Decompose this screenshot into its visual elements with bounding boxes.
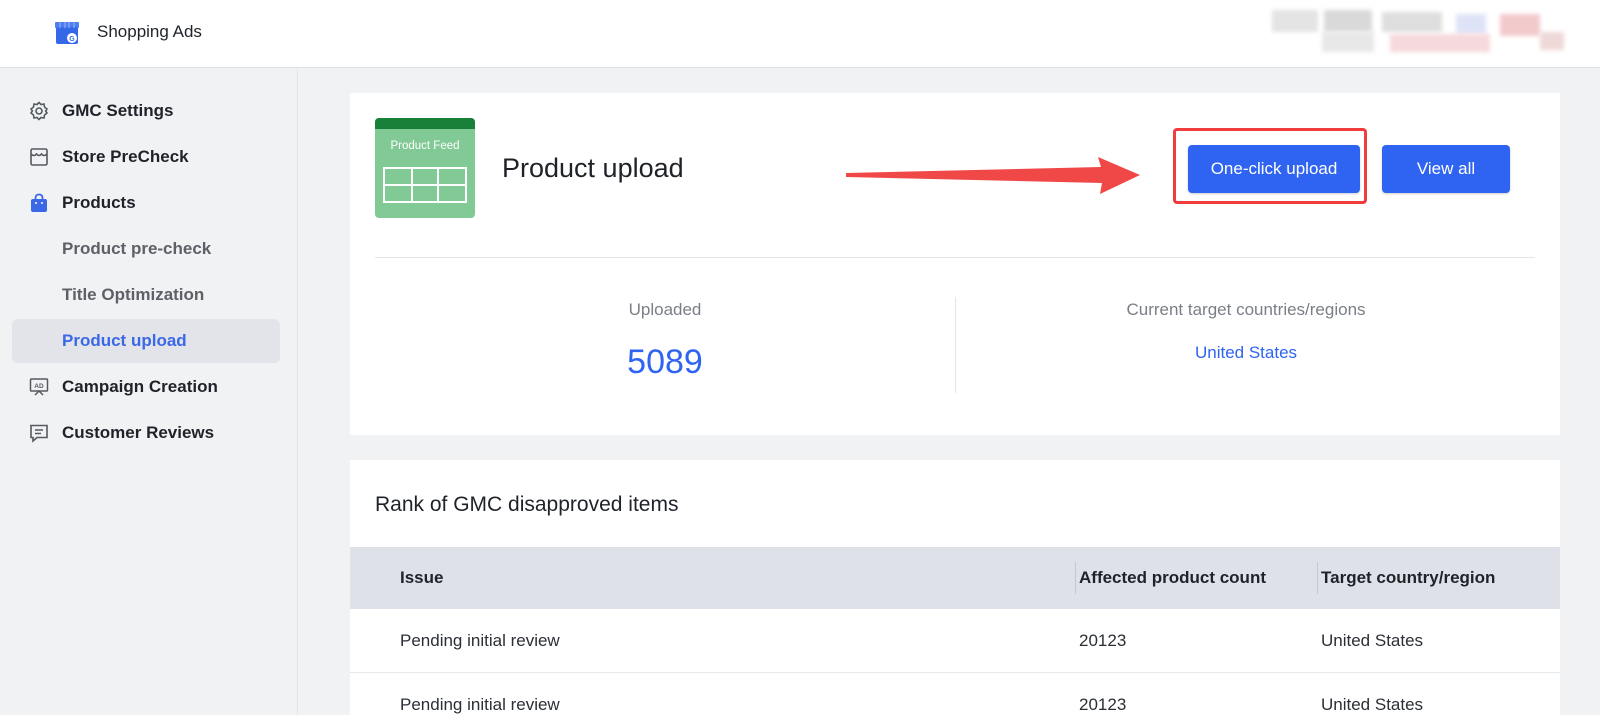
svg-text:G: G — [69, 36, 75, 43]
product-feed-icon: Product Feed — [375, 118, 475, 218]
sidebar-item-products[interactable]: Products — [12, 181, 280, 225]
uploaded-count[interactable]: 5089 — [375, 343, 955, 382]
column-separator — [1317, 562, 1318, 594]
disapproved-items-card: Rank of GMC disapproved items Issue Affe… — [350, 460, 1560, 715]
account-area[interactable] — [1272, 6, 1582, 54]
sidebar-item-campaign-creation[interactable]: AD Campaign Creation — [12, 365, 280, 409]
shopping-bag-icon — [31, 193, 47, 212]
cell-country: United States — [1321, 631, 1424, 650]
feed-icon-label: Product Feed — [390, 140, 460, 152]
table-row: Pending initial review 20123 United Stat… — [350, 609, 1560, 673]
sidebar-item-store-precheck[interactable]: Store PreCheck — [12, 135, 280, 179]
column-separator — [1075, 562, 1076, 594]
table-header: Issue Affected product count Target coun… — [350, 547, 1560, 609]
divider — [375, 257, 1535, 258]
uploaded-label: Uploaded — [628, 300, 702, 319]
column-header-count: Affected product count — [1079, 568, 1266, 587]
sidebar-item-label: Products — [62, 193, 136, 212]
feed-icon-band — [375, 118, 475, 129]
feed-icon-grid — [383, 167, 467, 203]
cell-issue: Pending initial review — [400, 695, 560, 714]
page-title: Product upload — [502, 153, 684, 183]
view-all-button[interactable]: View all — [1382, 145, 1510, 193]
sidebar-item-customer-reviews[interactable]: Customer Reviews — [12, 411, 280, 455]
sidebar-item-product-upload[interactable]: Product upload — [12, 319, 280, 363]
target-countries-link[interactable]: United States — [956, 343, 1536, 363]
shopping-ads-logo-icon: G — [55, 22, 79, 44]
section-title: Rank of GMC disapproved items — [375, 493, 679, 516]
cell-count: 20123 — [1079, 695, 1127, 714]
cell-count: 20123 — [1079, 631, 1127, 650]
sidebar-item-label: Title Optimization — [62, 285, 205, 304]
sidebar: GMC Settings Store PreCheck Products Pro… — [0, 69, 298, 715]
sidebar-item-label: GMC Settings — [62, 101, 174, 120]
review-icon — [30, 424, 48, 443]
sidebar-item-label: Store PreCheck — [62, 147, 189, 166]
store-icon — [30, 148, 48, 166]
sidebar-item-label: Campaign Creation — [62, 377, 218, 396]
sidebar-item-label: Product pre-check — [62, 239, 212, 258]
one-click-upload-button[interactable]: One-click upload — [1188, 145, 1360, 193]
svg-text:AD: AD — [34, 383, 44, 390]
column-header-country: Target country/region — [1321, 568, 1496, 587]
sidebar-item-title-optimization[interactable]: Title Optimization — [12, 273, 280, 317]
sidebar-item-gmc-settings[interactable]: GMC Settings — [12, 89, 280, 133]
ad-board-icon: AD — [29, 378, 49, 396]
sidebar-item-product-pre-check[interactable]: Product pre-check — [12, 227, 280, 271]
column-header-issue: Issue — [400, 568, 444, 587]
gear-icon — [29, 101, 49, 121]
cell-issue: Pending initial review — [400, 631, 560, 650]
product-upload-card: Product Feed Product upload One-click up… — [350, 93, 1560, 435]
sidebar-item-label: Product upload — [62, 331, 187, 350]
annotation-arrow — [846, 157, 1140, 194]
app-title: Shopping Ads — [97, 22, 202, 41]
cell-country: United States — [1321, 695, 1424, 714]
sidebar-item-label: Customer Reviews — [62, 423, 215, 442]
top-bar: G Shopping Ads — [0, 0, 1600, 68]
table-row: Pending initial review 20123 United Stat… — [350, 673, 1560, 715]
target-countries-label: Current target countries/regions — [1126, 300, 1366, 319]
